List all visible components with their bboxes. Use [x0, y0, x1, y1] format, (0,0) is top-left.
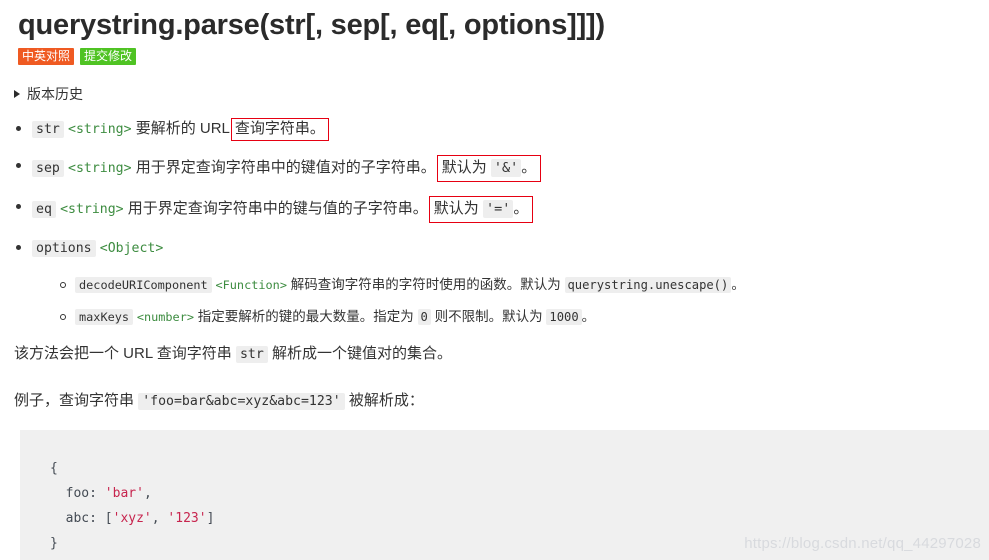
list-item: options <Object> decodeURIComponent <Fun… [16, 237, 989, 327]
code-line-3-key: abc: [ [50, 511, 113, 526]
annotation-suffix: 。 [513, 200, 529, 217]
param-name-options: options [32, 240, 96, 257]
option-desc: 解码查询字符串的字符时使用的函数。默认为 [290, 277, 561, 292]
option-default-code: 1000 [546, 309, 582, 325]
paragraph-text-after: 被解析成： [348, 392, 424, 409]
list-item: maxKeys <number> 指定要解析的键的最大数量。指定为 0 则不限制… [60, 307, 989, 327]
annotation-suffix: 。 [521, 159, 537, 176]
param-type-str: <string> [68, 122, 132, 137]
inline-code-str: str [235, 346, 268, 363]
description-paragraph: 该方法会把一个 URL 查询字符串 str 解析成一个键值对的集合。 [0, 343, 989, 366]
version-history-toggle[interactable]: 版本历史 [0, 68, 989, 104]
annotation-text: 查询字符串。 [234, 120, 325, 137]
collapsed-triangle-icon [14, 90, 20, 98]
param-desc-sep: 用于界定查询字符串中的键值对的子字符串。 [135, 159, 436, 176]
param-type-options: <Object> [99, 241, 164, 256]
example-paragraph: 例子，查询字符串 'foo=bar&abc=xyz&abc=123' 被解析成： [0, 390, 989, 413]
page-title: querystring.parse(str[, sep[, eq[, optio… [18, 9, 605, 41]
code-line-2-key: foo: [50, 486, 105, 501]
list-item: decodeURIComponent <Function> 解码查询字符串的字符… [60, 275, 989, 295]
param-type-sep: <string> [68, 161, 132, 176]
option-type-maxkeys: <number> [136, 310, 195, 324]
option-name-maxkeys: maxKeys [75, 309, 134, 325]
annotation-box-3: 默认为 '='。 [428, 196, 534, 223]
code-line-2-value: 'bar' [104, 486, 144, 501]
code-line-1: { [50, 461, 58, 476]
list-item: sep <string> 用于界定查询字符串中的键值对的子字符串。 默认为 '&'… [16, 155, 989, 182]
param-desc-str: 要解析的 URL [135, 120, 230, 137]
annotation-box-2: 默认为 '&'。 [436, 155, 542, 182]
options-sub-list: decodeURIComponent <Function> 解码查询字符串的字符… [32, 275, 989, 327]
option-desc: 指定要解析的键的最大数量。指定为 [197, 309, 414, 324]
paragraph-text-after: 解析成一个键值对的集合。 [271, 345, 452, 362]
list-item: str <string> 要解析的 URL 查询字符串。 [16, 118, 989, 141]
version-history-label: 版本历史 [27, 86, 83, 102]
annotation-prefix: 默认为 [433, 200, 479, 217]
annotation-box-1: 查询字符串。 [230, 118, 329, 141]
badge-row: 中英对照 提交修改 [0, 44, 989, 68]
code-line-3-value-1: 'xyz' [112, 511, 152, 526]
option-desc-after: 。 [731, 277, 745, 292]
param-type-eq: <string> [60, 202, 124, 217]
watermark: https://blog.csdn.net/qq_44297028 [744, 535, 981, 552]
annotation-code: '&' [490, 159, 522, 177]
paragraph-text-before: 该方法会把一个 URL 查询字符串 [14, 345, 232, 362]
code-line-2-end: , [143, 486, 152, 501]
document-page: querystring.parse(str[, sep[, eq[, optio… [0, 0, 989, 560]
param-name-eq: eq [32, 201, 56, 218]
code-line-3-end: ] [206, 511, 215, 526]
code-line-3-value-2: '123' [167, 511, 207, 526]
parameter-list: str <string> 要解析的 URL 查询字符串。 sep <string>… [0, 118, 989, 327]
option-desc-mid: 则不限制。默认为 [434, 309, 543, 324]
option-default-code: querystring.unescape() [564, 277, 732, 293]
inline-code-querystring: 'foo=bar&abc=xyz&abc=123' [138, 393, 345, 410]
compare-translation-badge[interactable]: 中英对照 [18, 48, 75, 65]
param-name-sep: sep [32, 160, 64, 177]
code-line-4: } [50, 536, 58, 551]
option-zero-code: 0 [417, 309, 431, 325]
param-name-str: str [32, 121, 64, 138]
paragraph-text-before: 例子，查询字符串 [14, 392, 135, 409]
param-desc-eq: 用于界定查询字符串中的键与值的子字符串。 [127, 200, 428, 217]
annotation-prefix: 默认为 [441, 159, 487, 176]
option-type-decodeuricomponent: <Function> [215, 278, 287, 292]
code-line-3-sep: , [151, 511, 168, 526]
list-item: eq <string> 用于界定查询字符串中的键与值的子字符串。 默认为 '='。 [16, 196, 989, 223]
option-desc-after: 。 [581, 309, 596, 324]
annotation-code: '=' [482, 200, 514, 218]
option-name-decodeuricomponent: decodeURIComponent [75, 277, 212, 293]
submit-edit-badge[interactable]: 提交修改 [80, 48, 137, 65]
